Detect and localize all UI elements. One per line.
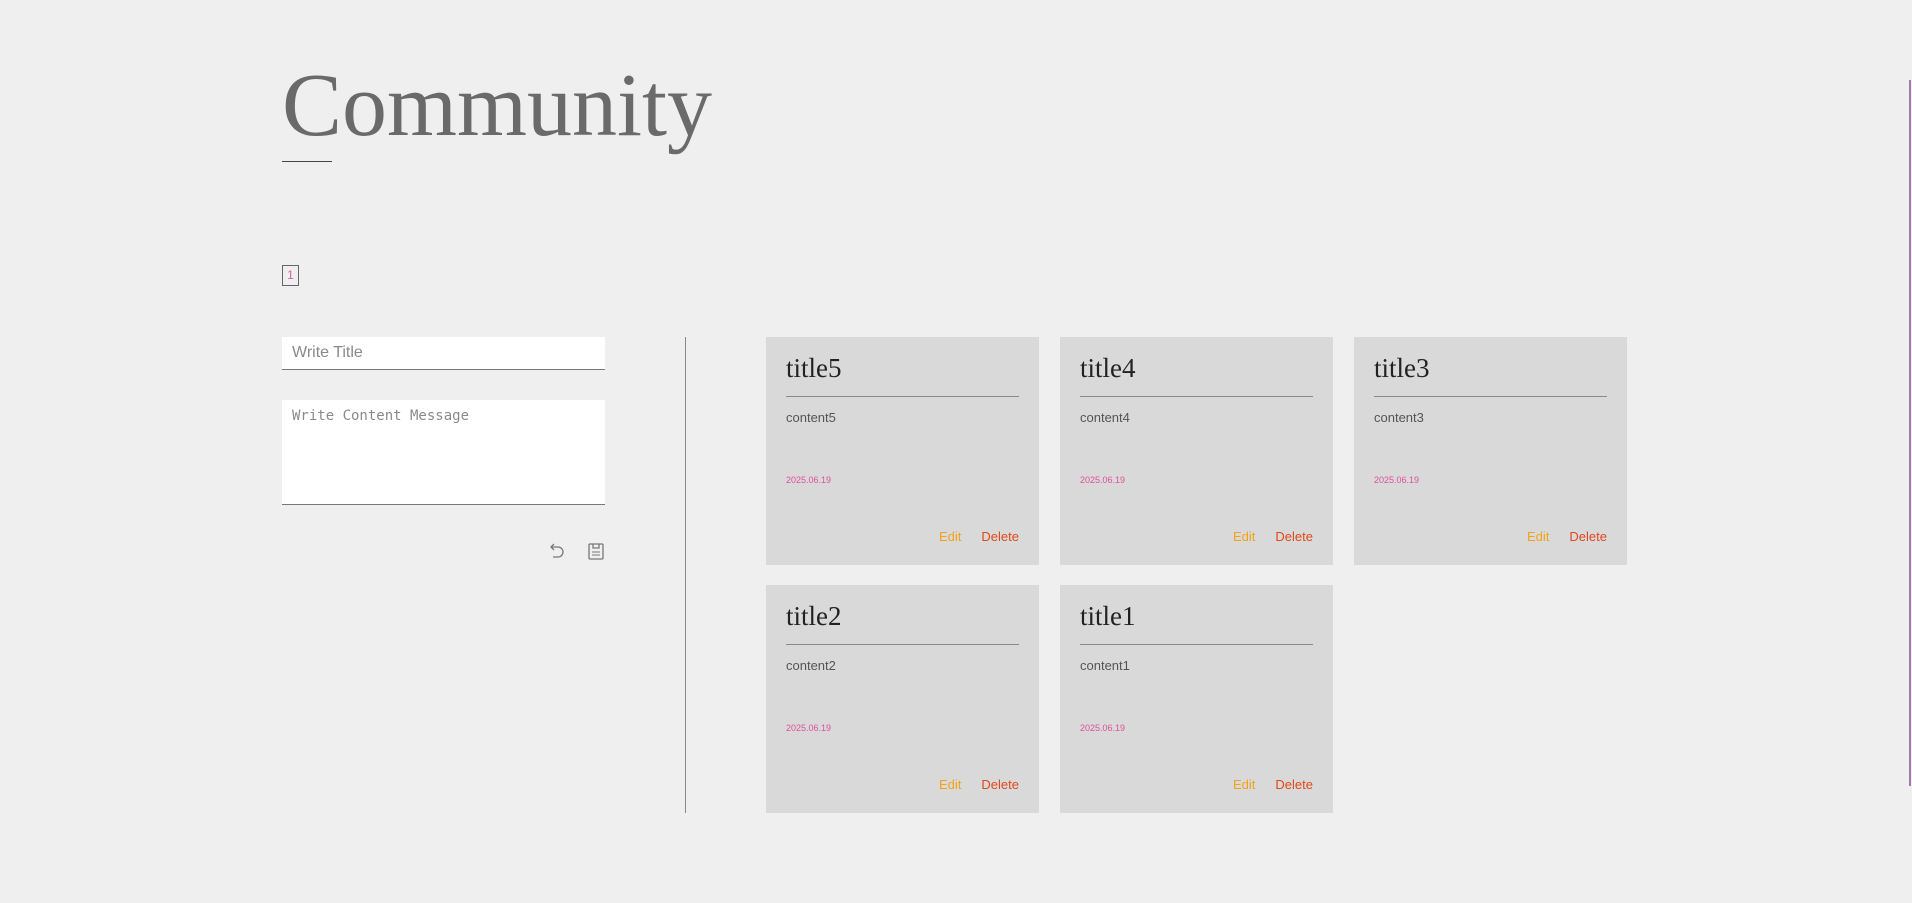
post-date: 2025.06.19: [786, 475, 832, 485]
post-card: title1 content1 2025.06.19 Edit Delete: [1060, 585, 1333, 813]
post-actions: Edit Delete: [1233, 529, 1313, 544]
title-input[interactable]: [282, 337, 605, 370]
post-card: title5 content5 2025.06.19 Edit Delete: [766, 337, 1039, 565]
post-title: title1: [1080, 585, 1313, 645]
post-list: title5 content5 2025.06.19 Edit Delete t…: [766, 337, 1627, 813]
post-title: title4: [1080, 337, 1313, 397]
delete-button[interactable]: Delete: [981, 529, 1019, 544]
post-card: title4 content4 2025.06.19 Edit Delete: [1060, 337, 1333, 565]
delete-button[interactable]: Delete: [1569, 529, 1607, 544]
post-title: title3: [1374, 337, 1607, 397]
post-title: title2: [786, 585, 1019, 645]
content-textarea[interactable]: [282, 400, 605, 505]
community-page: Community 1 title5 content5 2025.06.1: [0, 0, 1912, 903]
post-date: 2025.06.19: [1080, 475, 1126, 485]
post-content: content2: [786, 658, 836, 673]
delete-button[interactable]: Delete: [981, 777, 1019, 792]
post-card: title2 content2 2025.06.19 Edit Delete: [766, 585, 1039, 813]
clipboard-icon: [588, 543, 604, 560]
post-actions: Edit Delete: [939, 777, 1019, 792]
post-title: title5: [786, 337, 1019, 397]
post-card: title3 content3 2025.06.19 Edit Delete: [1354, 337, 1627, 565]
submit-button[interactable]: [584, 539, 608, 563]
edit-button[interactable]: Edit: [1527, 529, 1549, 544]
post-content: content5: [786, 410, 836, 425]
post-date: 2025.06.19: [1080, 723, 1126, 733]
post-content: content3: [1374, 410, 1424, 425]
post-content: content4: [1080, 410, 1130, 425]
vertical-divider: [685, 337, 686, 813]
form-actions: [544, 539, 608, 563]
delete-button[interactable]: Delete: [1275, 777, 1313, 792]
right-edge-line: [1909, 80, 1911, 786]
post-actions: Edit Delete: [939, 529, 1019, 544]
post-actions: Edit Delete: [1233, 777, 1313, 792]
reset-button[interactable]: [544, 539, 568, 563]
edit-button[interactable]: Edit: [939, 777, 961, 792]
edit-button[interactable]: Edit: [939, 529, 961, 544]
post-actions: Edit Delete: [1527, 529, 1607, 544]
delete-button[interactable]: Delete: [1275, 529, 1313, 544]
edit-button[interactable]: Edit: [1233, 529, 1255, 544]
post-date: 2025.06.19: [1374, 475, 1420, 485]
page-title: Community: [282, 56, 713, 155]
post-content: content1: [1080, 658, 1130, 673]
post-date: 2025.06.19: [786, 723, 832, 733]
page-number-1[interactable]: 1: [282, 265, 299, 286]
post-form: [282, 337, 605, 505]
title-underline: [282, 161, 332, 162]
edit-button[interactable]: Edit: [1233, 777, 1255, 792]
undo-icon: [550, 543, 564, 558]
